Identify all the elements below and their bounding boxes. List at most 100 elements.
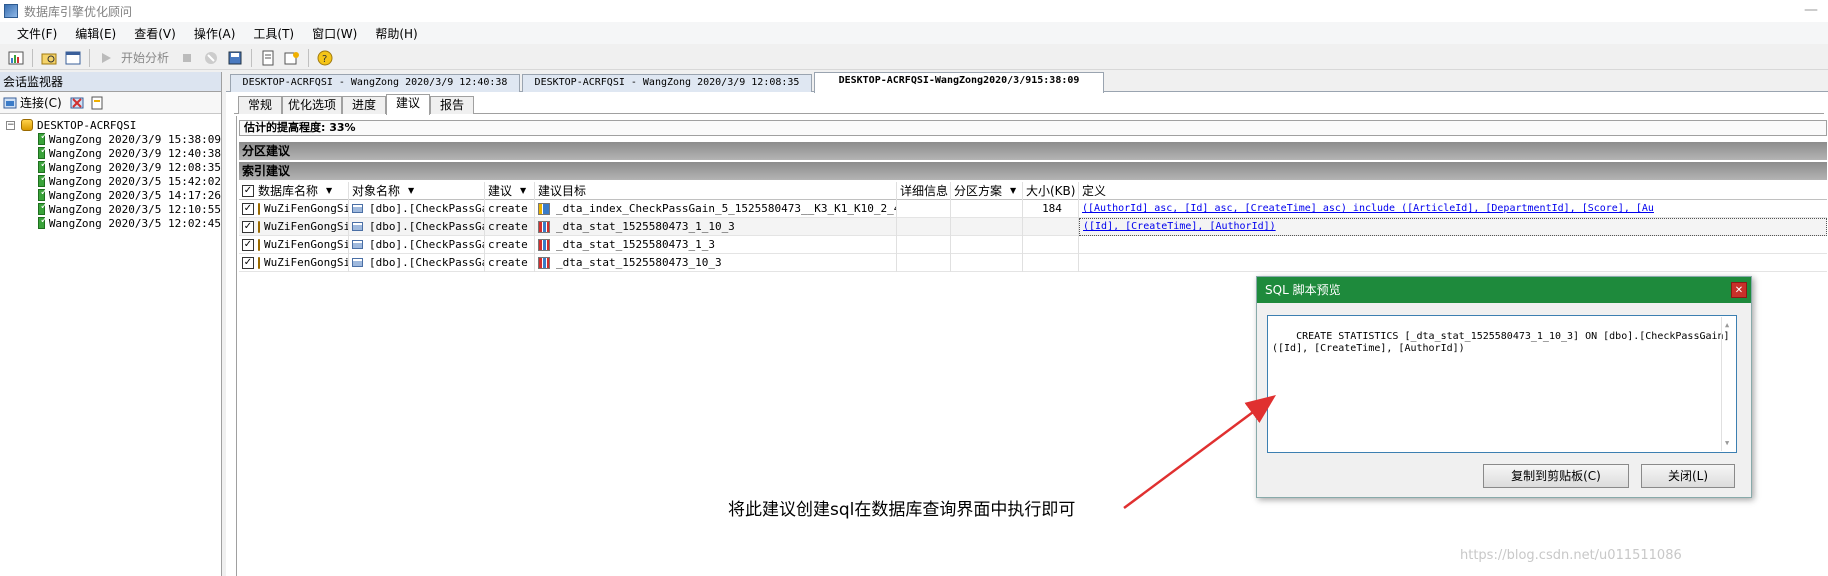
session-label: WangZong 2020/3/9 12:40:38 [48, 146, 221, 160]
cell-partition [951, 217, 1023, 236]
session-item[interactable]: WangZong 2020/3/5 15:42:02 [0, 173, 221, 188]
cell-database: ✓ WuZiFenGongSi [239, 253, 349, 272]
annotation-text: 将此建议创建sql在数据库查询界面中执行即可 [728, 500, 1076, 520]
server-icon [21, 119, 33, 131]
menu-tools[interactable]: 工具(T) [244, 25, 303, 42]
cell-database: ✓ WuZiFenGongSi [239, 217, 349, 236]
cell-details [897, 199, 951, 218]
cell-object: [dbo].[CheckPassGain] [349, 235, 485, 254]
header-object[interactable]: 对象名称 ▼ [349, 181, 485, 200]
session-item[interactable]: WangZong 2020/3/5 14:17:26 [0, 187, 221, 202]
close-icon[interactable]: ✕ [1731, 282, 1747, 298]
cell-details [897, 235, 951, 254]
dialog-title-bar[interactable]: SQL 脚本预览 ✕ [1257, 277, 1751, 303]
table-row[interactable]: ✓ WuZiFenGongSi [dbo].[CheckPassGain] cr… [239, 253, 1827, 272]
menu-window[interactable]: 窗口(W) [303, 25, 366, 42]
session-label: WangZong 2020/3/9 12:08:35 [48, 160, 221, 174]
select-all-checkbox[interactable]: ✓ [242, 184, 254, 197]
vertical-scrollbar[interactable] [1721, 317, 1735, 451]
header-database[interactable]: ✓ 数据库名称 ▼ [239, 181, 349, 200]
view-session-button[interactable] [63, 48, 83, 68]
minimize-icon[interactable]: — [1804, 2, 1818, 18]
settings-list-icon [284, 51, 300, 64]
session-monitor-button[interactable] [6, 48, 26, 68]
filter-dropdown-icon[interactable]: ▼ [408, 186, 414, 195]
new-session-button[interactable] [39, 48, 59, 68]
tab-reports[interactable]: 报告 [430, 96, 474, 114]
sql-script-textarea[interactable]: CREATE STATISTICS [_dta_stat_1525580473_… [1267, 315, 1737, 453]
tab-session-1[interactable]: DESKTOP-ACRFQSI - WangZong 2020/3/9 12:4… [230, 74, 520, 92]
row-checkbox[interactable]: ✓ [242, 202, 254, 215]
header-target[interactable]: 建议目标 [535, 181, 897, 200]
definition-link[interactable]: ([AuthorId] asc, [Id] asc, [CreateTime] … [1082, 203, 1654, 214]
estimated-improvement: 估计的提高程度: 33% [239, 120, 1827, 136]
cell-partition [951, 235, 1023, 254]
tab-session-3[interactable]: DESKTOP-ACRFQSI-WangZong2020/3/915:38:09 [814, 72, 1104, 93]
options-button[interactable] [282, 48, 302, 68]
connect-icon[interactable] [3, 96, 17, 110]
object-name: [dbo].[CheckPassGain] [369, 256, 484, 269]
tab-recommendations[interactable]: 建议 [386, 94, 430, 115]
server-node[interactable]: − DESKTOP-ACRFQSI [0, 118, 221, 132]
collapse-icon[interactable]: − [6, 120, 15, 130]
dialog-close-button[interactable]: 关闭(L) [1641, 464, 1735, 488]
save-recommendations-button[interactable] [225, 48, 245, 68]
table-row[interactable]: ✓ WuZiFenGongSi [dbo].[CheckPassGain] cr… [239, 199, 1827, 218]
header-size[interactable]: 大小(KB) [1023, 181, 1079, 200]
session-monitor-title: 会话监视器 [0, 72, 221, 92]
cell-object: [dbo].[CheckPassGain] [349, 217, 485, 236]
header-definition[interactable]: 定义 [1079, 182, 1827, 200]
properties-icon[interactable] [90, 96, 104, 110]
start-analysis-button[interactable] [96, 48, 116, 68]
menu-file[interactable]: 文件(F) [8, 25, 66, 42]
session-item[interactable]: WangZong 2020/3/9 12:40:38 [0, 145, 221, 160]
cell-size [1023, 253, 1079, 272]
table-row[interactable]: ✓ WuZiFenGongSi [dbo].[CheckPassGain] cr… [239, 217, 1827, 236]
tab-progress[interactable]: 进度 [342, 96, 386, 114]
row-checkbox[interactable]: ✓ [242, 220, 254, 233]
help-button[interactable]: ? [315, 48, 335, 68]
session-item[interactable]: WangZong 2020/3/9 12:08:35 [0, 159, 221, 174]
partition-recommendations-header[interactable]: 分区建议 [239, 142, 1827, 160]
database-name: WuZiFenGongSi [264, 238, 349, 251]
session-item[interactable]: WangZong 2020/3/9 15:38:09 [0, 131, 221, 146]
statistics-icon [538, 256, 550, 269]
cell-details [897, 217, 951, 236]
cancel-icon [205, 51, 218, 64]
connect-button[interactable]: 连接(C) [20, 94, 62, 111]
menu-edit[interactable]: 编辑(E) [66, 25, 125, 42]
cell-definition: ([Id], [CreateTime], [AuthorId]) [1079, 217, 1827, 236]
app-icon [4, 4, 18, 18]
cell-target: _dta_stat_1525580473_1_3 [535, 235, 897, 254]
header-details[interactable]: 详细信息 [897, 181, 951, 200]
stop-button[interactable] [177, 48, 197, 68]
copy-to-clipboard-button[interactable]: 复制到剪贴板(C) [1483, 464, 1629, 488]
tab-tuning-options[interactable]: 优化选项 [282, 96, 342, 114]
tab-general[interactable]: 常规 [238, 96, 282, 114]
menu-action[interactable]: 操作(A) [185, 25, 245, 42]
toolbar-separator [251, 48, 253, 67]
cancel-button[interactable] [201, 48, 221, 68]
menu-view[interactable]: 查看(V) [125, 25, 185, 42]
session-item[interactable]: WangZong 2020/3/5 12:02:45 [0, 215, 221, 230]
menu-help[interactable]: 帮助(H) [366, 25, 426, 42]
session-item[interactable]: WangZong 2020/3/5 12:10:55 [0, 201, 221, 216]
disconnect-icon[interactable] [70, 96, 84, 110]
header-partition[interactable]: 分区方案 ▼ [951, 181, 1023, 200]
header-recommendation[interactable]: 建议 ▼ [485, 181, 535, 200]
title-bar: 数据库引擎优化顾问 — [0, 0, 1828, 22]
session-label: WangZong 2020/3/5 12:10:55 [48, 202, 221, 216]
definition-link[interactable]: ([Id], [CreateTime], [AuthorId]) [1083, 221, 1276, 232]
table-row[interactable]: ✓ WuZiFenGongSi [dbo].[CheckPassGain] cr… [239, 235, 1827, 254]
object-name: [dbo].[CheckPassGain] [369, 202, 484, 215]
filter-dropdown-icon[interactable]: ▼ [1010, 186, 1016, 195]
index-recommendations-header[interactable]: 索引建议 [239, 162, 1827, 180]
export-button[interactable] [258, 48, 278, 68]
tab-session-2[interactable]: DESKTOP-ACRFQSI - WangZong 2020/3/9 12:0… [522, 74, 812, 92]
cell-target: _dta_stat_1525580473_1_10_3 [535, 217, 897, 236]
row-checkbox[interactable]: ✓ [242, 256, 254, 269]
table-icon [352, 204, 363, 213]
row-checkbox[interactable]: ✓ [242, 238, 254, 251]
filter-dropdown-icon[interactable]: ▼ [520, 186, 526, 195]
filter-dropdown-icon[interactable]: ▼ [326, 186, 332, 195]
